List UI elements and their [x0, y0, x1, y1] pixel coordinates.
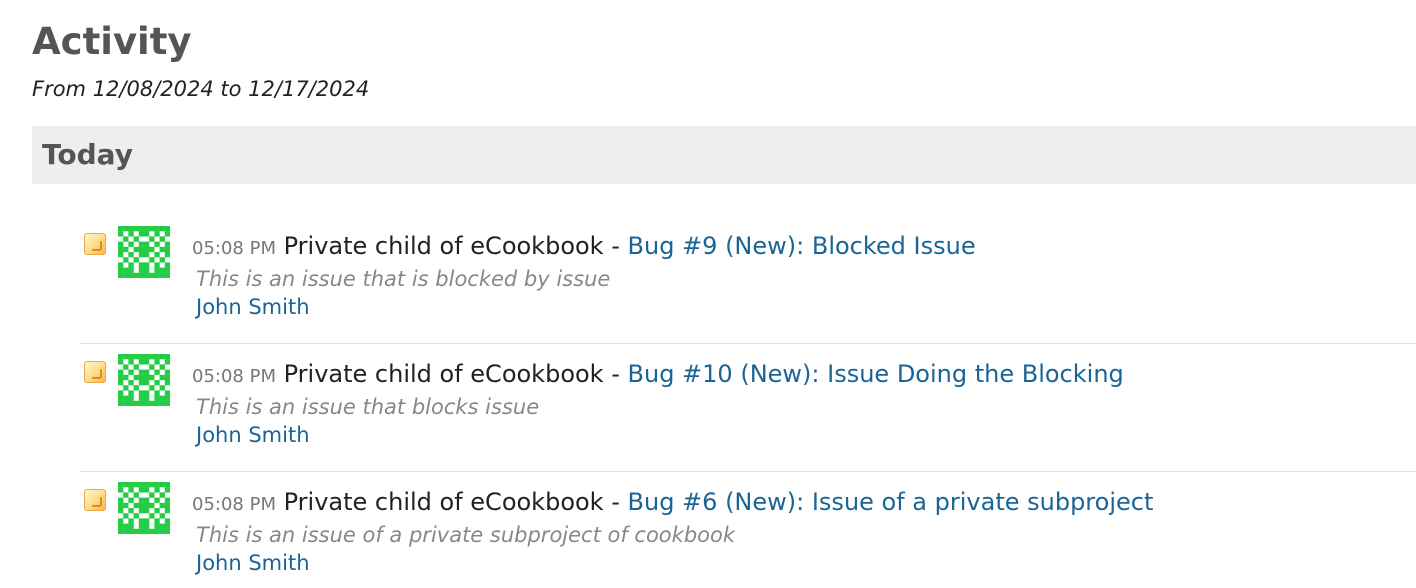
author-link[interactable]: John Smith: [196, 549, 1153, 577]
event-content: 05:08 PM Private child of eCookbook - Bu…: [192, 358, 1124, 449]
avatar-icon[interactable]: [118, 482, 170, 534]
issue-icon: [84, 489, 106, 511]
issue-icon: [84, 233, 106, 255]
issue-icon: [84, 361, 106, 383]
event-time: 05:08 PM: [192, 366, 276, 387]
avatar-icon[interactable]: [118, 226, 170, 278]
page-title: Activity: [32, 20, 192, 63]
event-description: This is an issue of a private subproject…: [196, 523, 736, 547]
event-separator: -: [603, 232, 628, 260]
event-separator: -: [603, 360, 628, 388]
author-link[interactable]: John Smith: [196, 421, 1124, 449]
activity-event: 05:08 PM Private child of eCookbook - Bu…: [80, 216, 1416, 344]
avatar-icon[interactable]: [118, 354, 170, 406]
activity-list: 05:08 PM Private child of eCookbook - Bu…: [80, 216, 1416, 588]
issue-link[interactable]: Bug #10 (New): Issue Doing the Blocking: [628, 360, 1124, 388]
event-content: 05:08 PM Private child of eCookbook - Bu…: [192, 486, 1153, 577]
event-time: 05:08 PM: [192, 494, 276, 515]
date-range: From 12/08/2024 to 12/17/2024: [32, 77, 370, 101]
activity-event: 05:08 PM Private child of eCookbook - Bu…: [80, 472, 1416, 588]
day-header: Today: [32, 126, 1416, 184]
event-project: Private child of eCookbook: [283, 232, 604, 260]
event-description: This is an issue that is blocked by issu…: [196, 267, 611, 291]
event-description: This is an issue that blocks issue: [196, 395, 540, 419]
day-label: Today: [42, 138, 133, 171]
issue-link[interactable]: Bug #9 (New): Blocked Issue: [628, 232, 976, 260]
event-project: Private child of eCookbook: [283, 488, 604, 516]
event-content: 05:08 PM Private child of eCookbook - Bu…: [192, 230, 976, 321]
author-link[interactable]: John Smith: [196, 293, 976, 321]
issue-link[interactable]: Bug #6 (New): Issue of a private subproj…: [628, 488, 1154, 516]
activity-page: Activity From 12/08/2024 to 12/17/2024 T…: [0, 0, 1416, 588]
event-time: 05:08 PM: [192, 238, 276, 259]
activity-event: 05:08 PM Private child of eCookbook - Bu…: [80, 344, 1416, 472]
event-separator: -: [603, 488, 628, 516]
event-project: Private child of eCookbook: [283, 360, 604, 388]
